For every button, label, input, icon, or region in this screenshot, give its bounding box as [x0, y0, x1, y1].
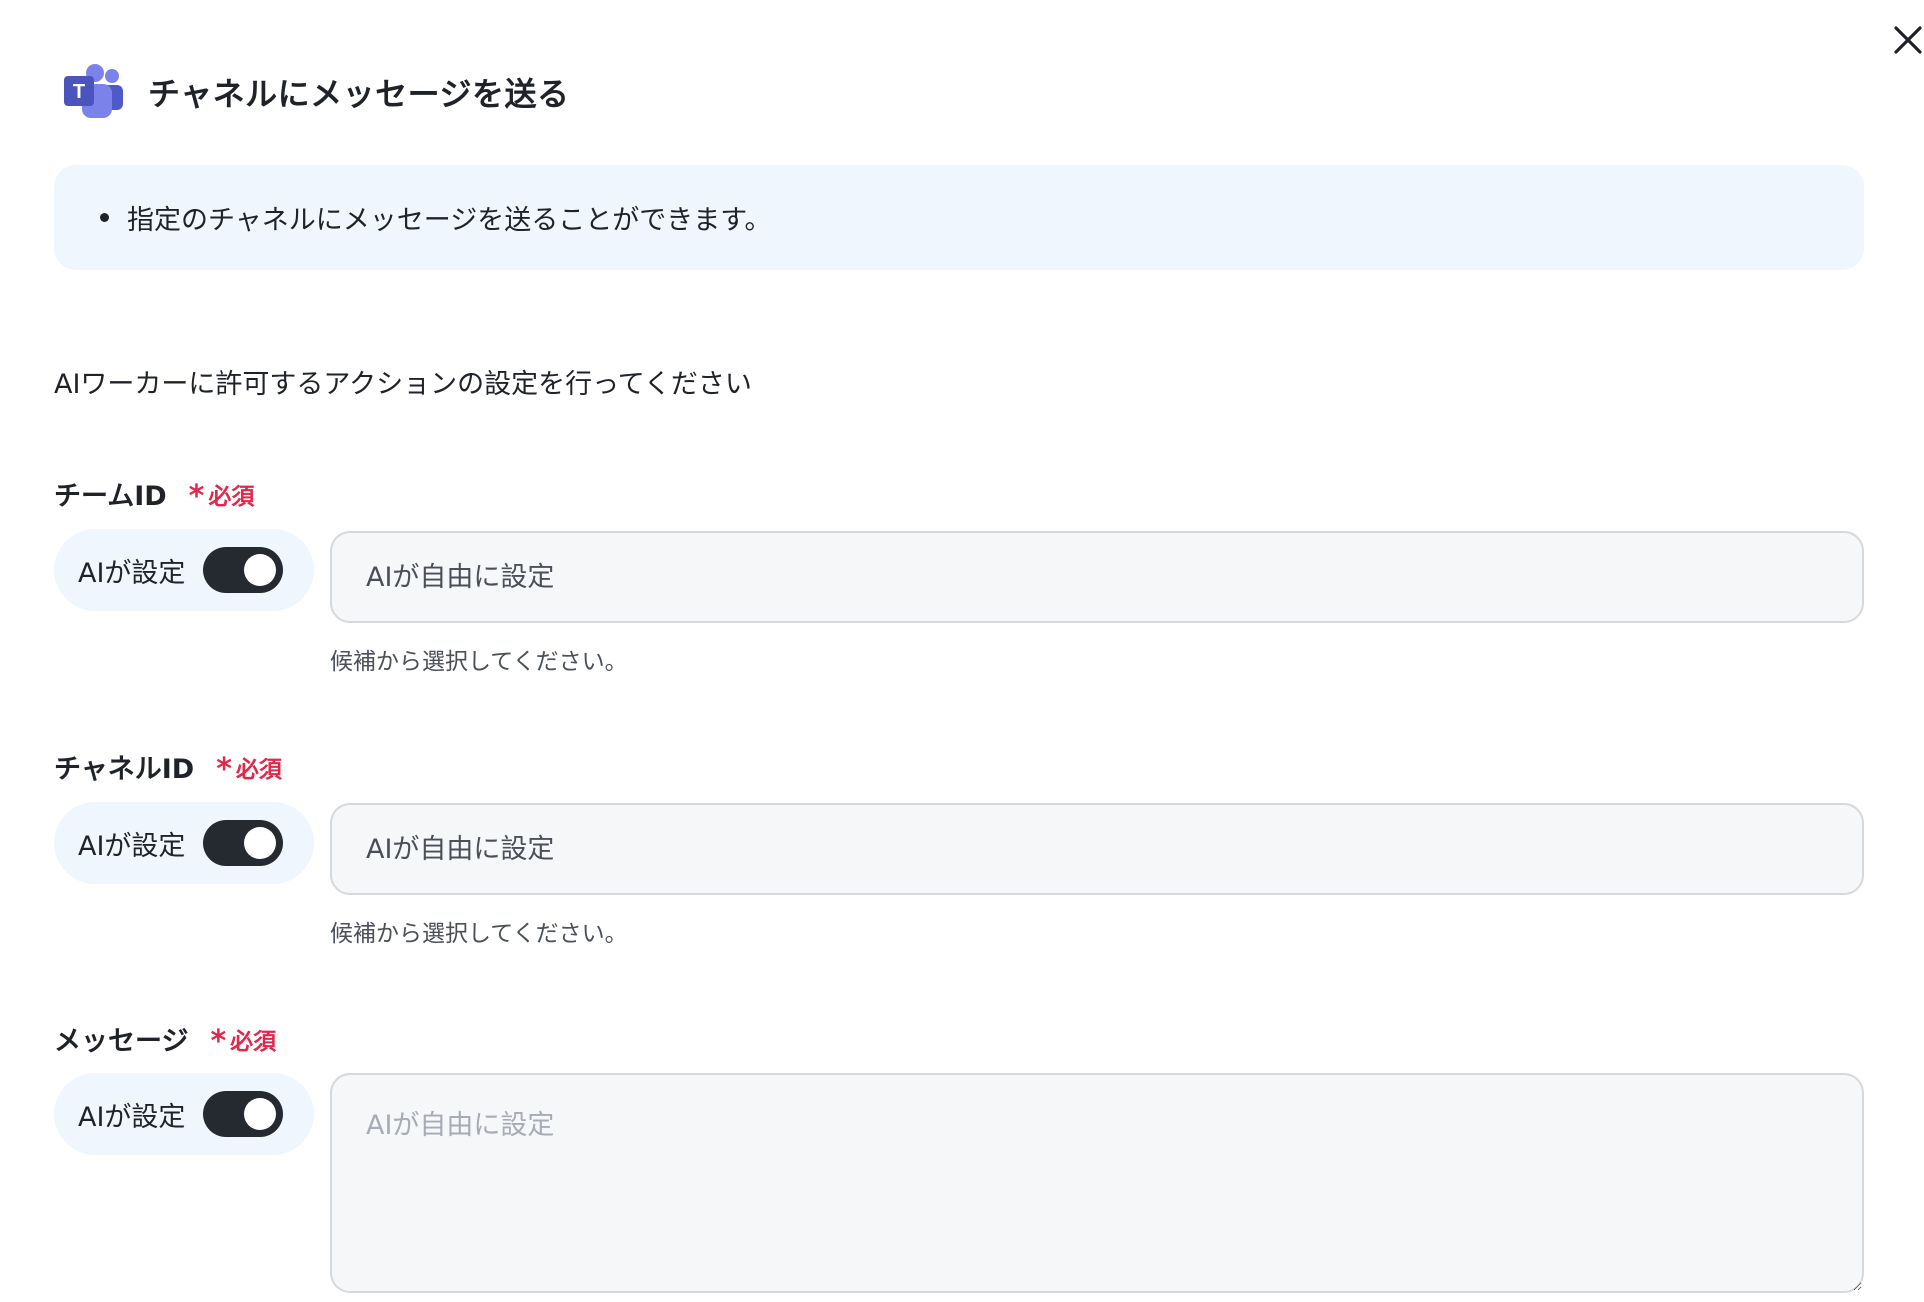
info-list-item: 指定のチャネルにメッセージを送ることができます。 [100, 198, 772, 237]
ai-setting-toggle-channel-id[interactable]: AIが設定 [54, 802, 314, 884]
required-label: 必須 [235, 756, 282, 783]
toggle-knob [244, 554, 277, 586]
info-list: 指定のチャネルにメッセージを送ることができます。 [100, 198, 772, 237]
required-label: 必須 [230, 1028, 277, 1055]
close-icon [1894, 26, 1922, 54]
channel-id-hint: 候補から選択してください。 [330, 921, 628, 947]
ai-setting-toggle-message[interactable]: AIが設定 [54, 1073, 314, 1155]
toggle-switch[interactable] [203, 547, 284, 593]
team-id-hint: 候補から選択してください。 [330, 649, 628, 675]
asterisk-icon: * [210, 1024, 227, 1059]
toggle-switch[interactable] [203, 820, 284, 866]
field-label-team-id: チームID * 必須 [54, 474, 255, 514]
field-label-text: メッセージ [54, 1026, 189, 1057]
instruction-text: AIワーカーに許可するアクションの設定を行ってください [54, 369, 752, 400]
bullet-icon [100, 213, 109, 222]
required-label: 必須 [208, 483, 255, 510]
modal: T チャネルにメッセージを送る 指定のチャネルにメッセージを送ることができます。… [0, 0, 1924, 1302]
toggle-label: AIが設定 [78, 557, 186, 589]
toggle-label: AIが設定 [78, 1101, 186, 1133]
toggle-knob [244, 827, 277, 859]
modal-header: T チャネルにメッセージを送る [62, 62, 570, 122]
toggle-switch[interactable] [203, 1091, 284, 1137]
required-badge: * 必須 [210, 1021, 277, 1059]
microsoft-teams-icon: T [64, 64, 123, 118]
message-textarea[interactable] [330, 1073, 1864, 1293]
field-label-message: メッセージ * 必須 [54, 1019, 277, 1059]
toggle-label: AIが設定 [78, 830, 186, 862]
svg-text:T: T [73, 81, 85, 103]
info-box: 指定のチャネルにメッセージを送ることができます。 [54, 165, 1864, 270]
modal-title: チャネルにメッセージを送る [148, 75, 570, 113]
close-button[interactable] [1888, 20, 1924, 60]
info-list-item-text: 指定のチャネルにメッセージを送ることができます。 [127, 205, 772, 236]
ai-setting-toggle-team-id[interactable]: AIが設定 [54, 529, 314, 611]
field-label-channel-id: チャネルID * 必須 [54, 747, 282, 787]
field-label-text: チャネルID [54, 754, 195, 785]
required-badge: * 必須 [216, 749, 282, 787]
asterisk-icon: * [216, 752, 232, 787]
asterisk-icon: * [188, 479, 205, 514]
field-label-text: チームID [54, 481, 167, 512]
toggle-knob [244, 1098, 277, 1130]
team-id-input[interactable] [330, 531, 1864, 623]
required-badge: * 必須 [188, 476, 255, 514]
channel-id-input[interactable] [330, 803, 1864, 895]
